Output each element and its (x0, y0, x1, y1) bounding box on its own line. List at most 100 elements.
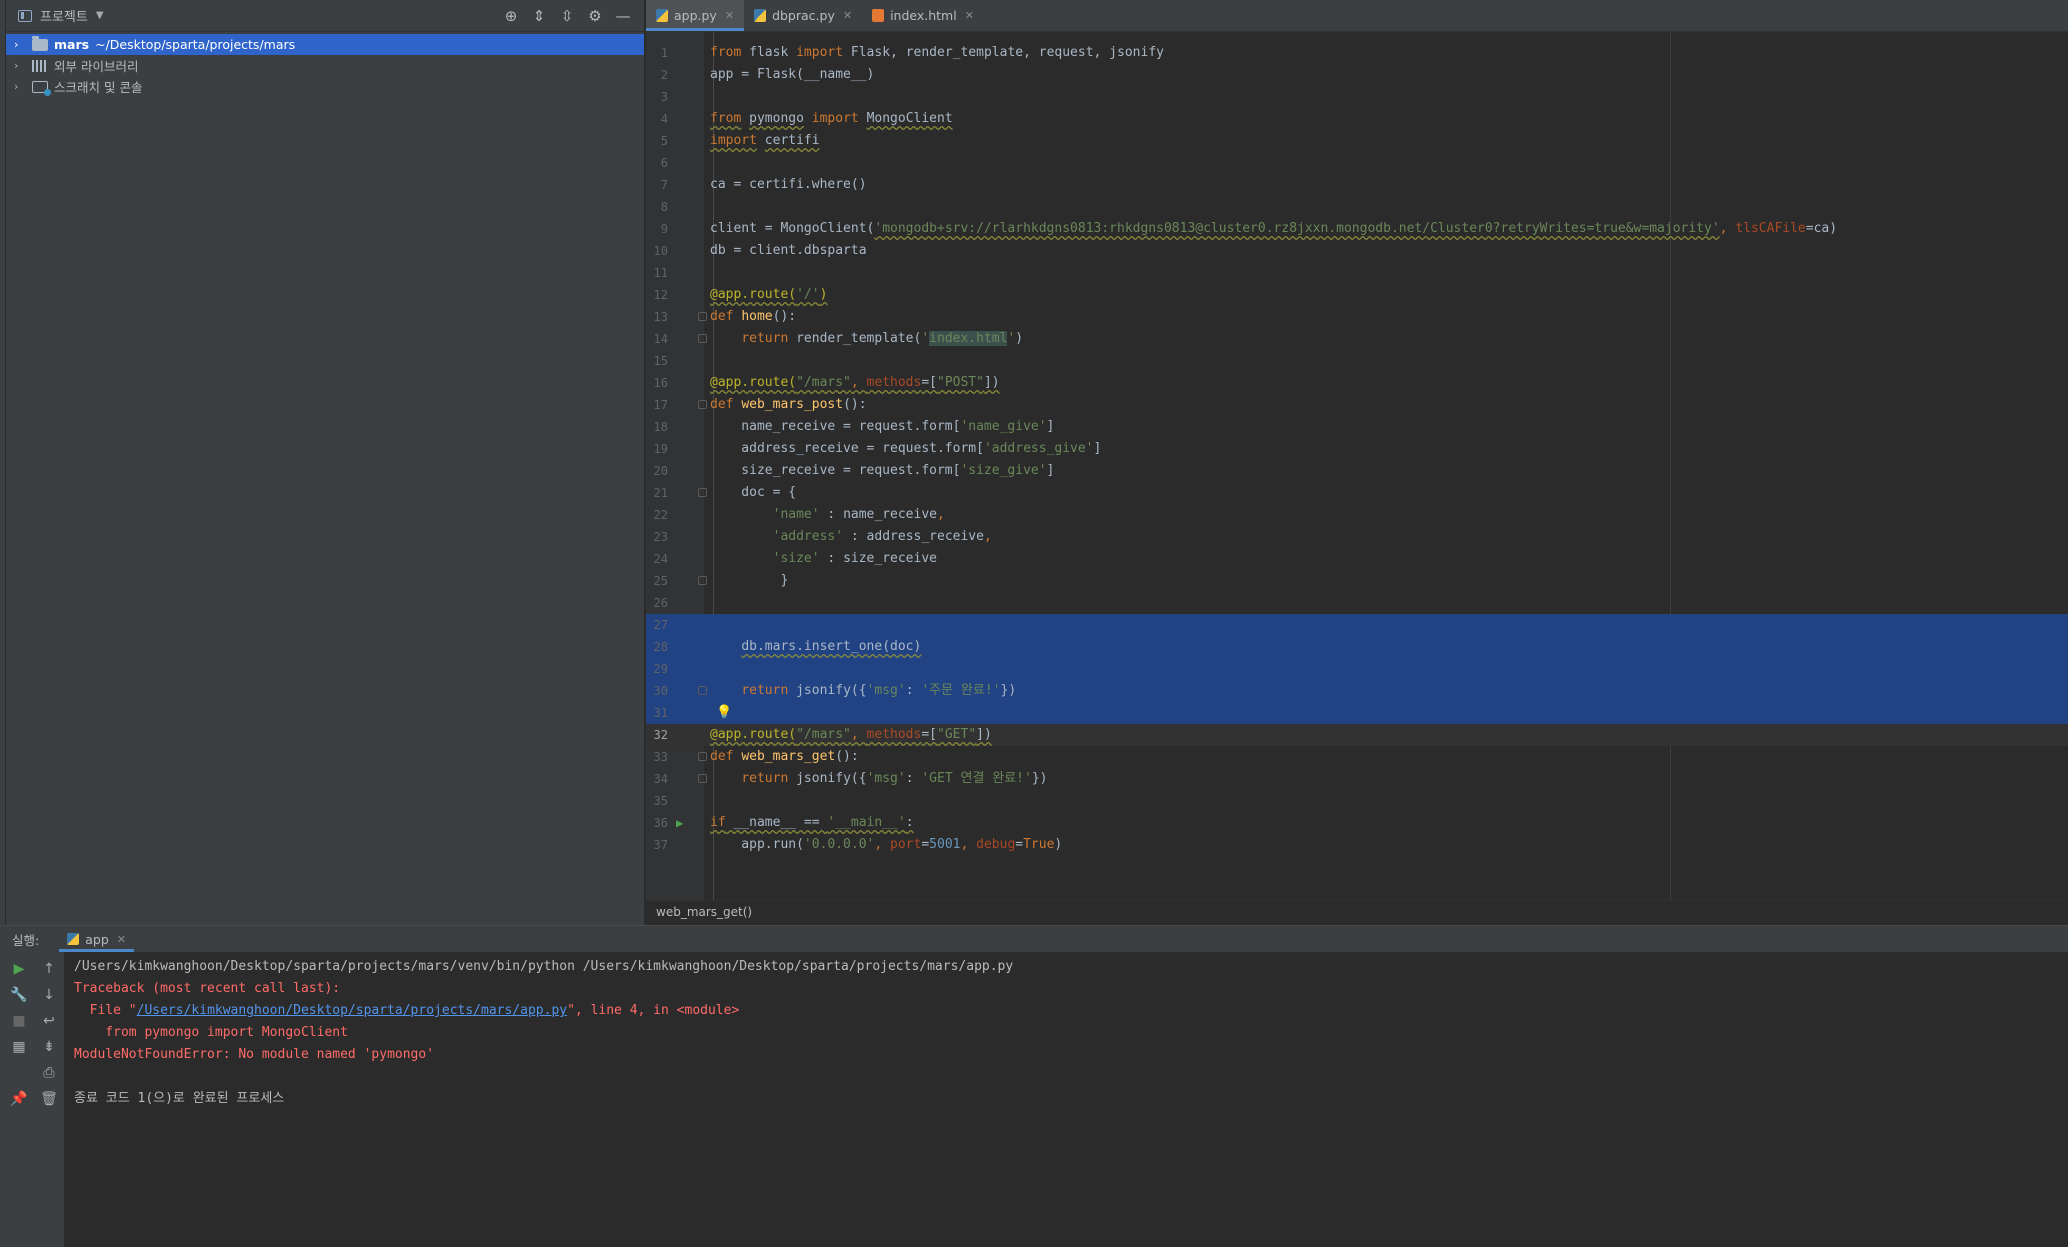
line-number[interactable]: 25 (646, 570, 668, 592)
expand-all-icon[interactable]: ⇕ (526, 5, 552, 27)
tab-app-py[interactable]: app.py ✕ (646, 0, 745, 31)
code-line[interactable]: 6 (646, 152, 2068, 174)
fold-marker-icon[interactable] (698, 312, 707, 321)
line-number[interactable]: 4 (646, 108, 668, 130)
tab-dbprac-py[interactable]: dbprac.py ✕ (744, 0, 862, 31)
code-line[interactable]: 26 (646, 592, 2068, 614)
code-line[interactable]: 22 'name' : name_receive, (646, 504, 2068, 526)
code-line[interactable]: 34 return jsonify({'msg': 'GET 연결 완료!'}) (646, 768, 2068, 790)
code-line[interactable]: 24 'size' : size_receive (646, 548, 2068, 570)
code-line[interactable]: 16 @app.route("/mars", methods=["POST"]) (646, 372, 2068, 394)
code-line[interactable]: 13 def home(): (646, 306, 2068, 328)
line-number[interactable]: 36 (646, 812, 668, 834)
line-number[interactable]: 12 (646, 284, 668, 306)
layout-icon[interactable]: ▦ (8, 1036, 30, 1058)
line-number[interactable]: 8 (646, 196, 668, 218)
line-number[interactable]: 28 (646, 636, 668, 658)
line-number[interactable]: 20 (646, 460, 668, 482)
fold-marker-icon[interactable] (698, 774, 707, 783)
code-line[interactable]: 11 (646, 262, 2068, 284)
scroll-to-end-icon[interactable]: ⇟ (38, 1036, 60, 1058)
chevron-right-icon[interactable]: › (14, 80, 28, 93)
line-number[interactable]: 11 (646, 262, 668, 284)
code-line[interactable]: 28 db.mars.insert_one(doc) (646, 636, 2068, 658)
line-number[interactable]: 22 (646, 504, 668, 526)
soft-wrap-icon[interactable]: ↩ (38, 1010, 60, 1032)
line-number[interactable]: 30 (646, 680, 668, 702)
code-line[interactable]: 37 app.run('0.0.0.0', port=5001, debug=T… (646, 834, 2068, 856)
fold-marker-icon[interactable] (698, 400, 707, 409)
stop-icon[interactable]: ■ (8, 1010, 30, 1032)
hide-panel-icon[interactable]: — (610, 5, 636, 27)
code-line[interactable]: 18 name_receive = request.form['name_giv… (646, 416, 2068, 438)
locate-file-icon[interactable]: ⊕ (498, 5, 524, 27)
code-line[interactable]: 14 return render_template('index.html') (646, 328, 2068, 350)
line-number[interactable]: 24 (646, 548, 668, 570)
chevron-right-icon[interactable]: › (14, 38, 28, 51)
code-line[interactable]: 5 import certifi (646, 130, 2068, 152)
fold-marker-icon[interactable] (698, 752, 707, 761)
line-number[interactable]: 7 (646, 174, 668, 196)
code-line[interactable]: 9 client = MongoClient('mongodb+srv://rla… (646, 218, 2068, 240)
line-number[interactable]: 13 (646, 306, 668, 328)
fold-marker-icon[interactable] (698, 576, 707, 585)
code-area[interactable]: 1 from flask import Flask, render_templat… (646, 32, 2068, 900)
arrow-up-icon[interactable]: ↑ (38, 958, 60, 980)
code-line[interactable]: 8 (646, 196, 2068, 218)
line-number[interactable]: 17 (646, 394, 668, 416)
close-icon[interactable]: ✕ (965, 9, 974, 22)
code-line[interactable]: 1 from flask import Flask, render_templat… (646, 42, 2068, 64)
tab-index-html[interactable]: index.html ✕ (862, 0, 984, 31)
tree-item-mars[interactable]: › mars ~/Desktop/sparta/projects/mars (6, 34, 644, 55)
run-tab-app[interactable]: app ✕ (59, 926, 134, 952)
line-number[interactable]: 23 (646, 526, 668, 548)
line-number[interactable]: 5 (646, 130, 668, 152)
line-number[interactable]: 6 (646, 152, 668, 174)
code-line[interactable]: 29 (646, 658, 2068, 680)
code-line[interactable]: 15 (646, 350, 2068, 372)
close-icon[interactable]: ✕ (117, 933, 126, 946)
console-output[interactable]: /Users/kimkwanghoon/Desktop/sparta/proje… (74, 956, 2068, 1247)
line-number[interactable]: 16 (646, 372, 668, 394)
tree-item-scratches[interactable]: › 스크래치 및 콘솔 (6, 76, 644, 97)
code-line[interactable]: 25 } (646, 570, 2068, 592)
line-number[interactable]: 19 (646, 438, 668, 460)
line-number[interactable]: 32 (646, 724, 668, 746)
print-icon[interactable]: ⎙ (38, 1062, 60, 1084)
wrench-icon[interactable]: 🔧 (8, 984, 30, 1006)
line-number[interactable]: 33 (646, 746, 668, 768)
code-line[interactable]: 27 (646, 614, 2068, 636)
fold-marker-icon[interactable] (698, 686, 707, 695)
line-number[interactable]: 29 (646, 658, 668, 680)
line-number[interactable]: 21 (646, 482, 668, 504)
chevron-right-icon[interactable]: › (14, 59, 28, 72)
code-line[interactable]: 3 (646, 86, 2068, 108)
fold-marker-icon[interactable] (698, 334, 707, 343)
code-line[interactable]: 2 app = Flask(__name__) (646, 64, 2068, 86)
intention-bulb-icon[interactable]: 💡 (716, 702, 732, 724)
line-number[interactable]: 34 (646, 768, 668, 790)
code-line[interactable]: 35 (646, 790, 2068, 812)
code-line[interactable]: 30 return jsonify({'msg': '주문 완료!'}) (646, 680, 2068, 702)
line-number[interactable]: 35 (646, 790, 668, 812)
code-line[interactable]: 21 doc = { (646, 482, 2068, 504)
code-line[interactable]: 33 def web_mars_get(): (646, 746, 2068, 768)
pin-icon[interactable]: 📌 (8, 1088, 30, 1110)
line-number[interactable]: 14 (646, 328, 668, 350)
gear-icon[interactable]: ⚙ (582, 5, 608, 27)
code-line[interactable]: 23 'address' : address_receive, (646, 526, 2068, 548)
line-number[interactable]: 3 (646, 86, 668, 108)
line-number[interactable]: 31 (646, 702, 668, 724)
code-line[interactable]: 36 ▶ if __name__ == '__main__': (646, 812, 2068, 834)
code-line[interactable]: 12 @app.route('/') (646, 284, 2068, 306)
trash-icon[interactable]: 🗑 (38, 1088, 60, 1110)
line-number[interactable]: 1 (646, 42, 668, 64)
code-line[interactable]: 17 def web_mars_post(): (646, 394, 2068, 416)
code-line[interactable]: 31 💡 (646, 702, 2068, 724)
tree-item-external-libraries[interactable]: › 외부 라이브러리 (6, 55, 644, 76)
code-line[interactable]: 19 address_receive = request.form['addre… (646, 438, 2068, 460)
line-number[interactable]: 27 (646, 614, 668, 636)
rerun-icon[interactable]: ▶ (8, 958, 30, 980)
code-line[interactable]: 20 size_receive = request.form['size_giv… (646, 460, 2068, 482)
line-number[interactable]: 2 (646, 64, 668, 86)
